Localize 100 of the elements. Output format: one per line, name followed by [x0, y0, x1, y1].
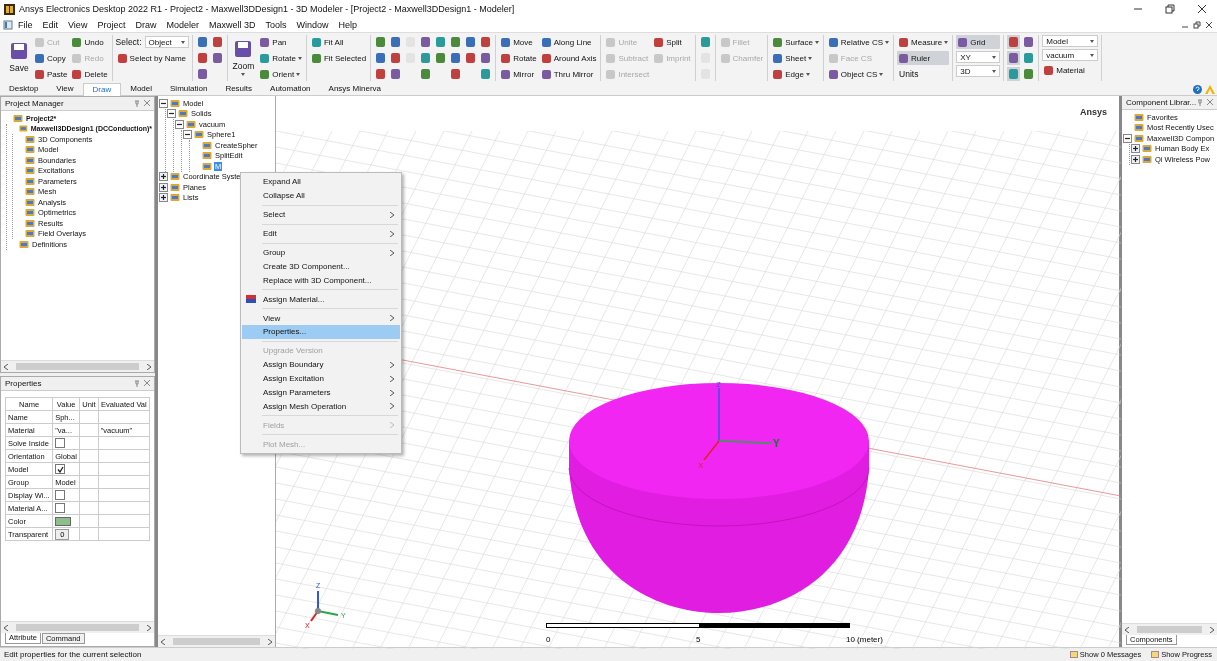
- menu-item[interactable]: Maxwell 3D: [203, 20, 261, 30]
- tool-icon[interactable]: [1022, 35, 1036, 49]
- dropdown[interactable]: Model: [1042, 35, 1099, 47]
- ribbon-button[interactable]: Along Line: [539, 35, 598, 49]
- tool-icon[interactable]: [195, 51, 209, 65]
- ribbon-button[interactable]: Measure: [897, 35, 950, 49]
- restore-icon[interactable]: [1193, 21, 1201, 29]
- menu-item[interactable]: Tools: [260, 20, 292, 30]
- menu-item[interactable]: Assign Mesh Operation: [242, 399, 400, 414]
- collapse-icon[interactable]: [183, 130, 192, 140]
- scroll-right-icon[interactable]: [1210, 626, 1214, 633]
- menu-item[interactable]: Modeler: [161, 20, 204, 30]
- ribbon-button[interactable]: Delete: [70, 67, 109, 81]
- tool-icon[interactable]: [479, 67, 493, 81]
- ribbon-tab[interactable]: Results: [216, 83, 262, 95]
- scroll-right-icon[interactable]: [147, 363, 151, 370]
- select-dropdown[interactable]: Object: [144, 36, 189, 48]
- tool-icon[interactable]: [1022, 67, 1036, 81]
- menu-item[interactable]: View: [242, 311, 400, 325]
- expand-icon[interactable]: [159, 193, 168, 203]
- ribbon-button[interactable]: Thru Mirror: [539, 67, 598, 81]
- menu-item[interactable]: Assign Boundary: [242, 357, 400, 372]
- tool-icon[interactable]: [464, 51, 478, 65]
- tool-icon[interactable]: [389, 51, 403, 65]
- menu-item[interactable]: Expand All: [242, 175, 400, 189]
- ribbon-tab[interactable]: Model: [121, 83, 162, 95]
- tool-icon[interactable]: [195, 35, 209, 49]
- tool-icon[interactable]: [389, 35, 403, 49]
- tool-icon[interactable]: [1007, 51, 1021, 65]
- help-icon[interactable]: [1193, 84, 1202, 94]
- ribbon-tab[interactable]: Ansys Minerva: [319, 83, 390, 95]
- checkbox[interactable]: [55, 490, 66, 500]
- tool-icon[interactable]: [1007, 67, 1021, 81]
- collapse-icon[interactable]: [159, 98, 168, 108]
- menu-item[interactable]: Assign Excitation: [242, 371, 400, 386]
- close-icon[interactable]: [1205, 21, 1213, 29]
- menu-item[interactable]: Edit: [242, 226, 400, 241]
- scrollbar-thumb[interactable]: [16, 363, 139, 370]
- ribbon-tab[interactable]: Automation: [261, 83, 320, 95]
- tool-icon[interactable]: [434, 51, 448, 65]
- scroll-right-icon[interactable]: [268, 638, 272, 645]
- tool-icon[interactable]: [374, 35, 388, 49]
- tool-icon[interactable]: [449, 35, 463, 49]
- ribbon-button[interactable]: Select by Name: [115, 51, 189, 65]
- menu-item[interactable]: Assign Material...: [242, 292, 400, 307]
- ribbon-button[interactable]: Ruler: [897, 51, 950, 65]
- scrollbar-thumb[interactable]: [16, 624, 139, 631]
- ribbon-button[interactable]: Pan: [258, 35, 303, 49]
- expand-icon[interactable]: [1131, 154, 1140, 164]
- tool-icon[interactable]: [449, 67, 463, 81]
- collapse-icon[interactable]: [167, 109, 176, 119]
- tool-icon[interactable]: [419, 67, 433, 81]
- menu-item[interactable]: Window: [291, 20, 334, 30]
- ribbon-button[interactable]: Split: [652, 35, 692, 49]
- ribbon-tab[interactable]: Desktop: [0, 83, 48, 95]
- scrollbar-thumb[interactable]: [1137, 626, 1202, 633]
- tool-icon[interactable]: [195, 67, 209, 81]
- menu-item[interactable]: Replace with 3D Component...: [242, 273, 400, 288]
- ribbon-button[interactable]: Fit Selected: [309, 51, 368, 65]
- menu-item[interactable]: Draw: [130, 20, 162, 30]
- menu-item[interactable]: Project: [92, 20, 131, 30]
- hemisphere-drawing[interactable]: [568, 383, 870, 613]
- tool-icon[interactable]: [479, 35, 493, 49]
- ribbon-button[interactable]: Around Axis: [539, 51, 598, 65]
- tool-icon[interactable]: [1022, 51, 1036, 65]
- checkbox[interactable]: [55, 438, 66, 448]
- ribbon-button[interactable]: Object CS: [826, 67, 891, 81]
- ribbon-button[interactable]: Surface: [771, 35, 820, 49]
- ribbon-button[interactable]: Material: [1042, 63, 1099, 77]
- collapse-icon[interactable]: [1123, 133, 1132, 143]
- tool-icon[interactable]: [698, 35, 712, 49]
- ribbon-button[interactable]: Orient: [258, 67, 303, 81]
- tool-icon[interactable]: [1007, 35, 1021, 49]
- ribbon-button[interactable]: Fit All: [309, 35, 368, 49]
- ribbon-button[interactable]: Undo: [70, 35, 109, 49]
- checkbox[interactable]: [55, 464, 66, 474]
- expand-icon[interactable]: [159, 182, 168, 192]
- menu-item[interactable]: Create 3D Component...: [242, 259, 400, 274]
- ribbon-button[interactable]: Relative CS: [826, 35, 891, 49]
- ribbon-tab[interactable]: View: [47, 83, 83, 95]
- tool-icon[interactable]: [210, 35, 224, 49]
- collapse-icon[interactable]: [175, 119, 184, 129]
- menu-item[interactable]: Properties...: [242, 325, 400, 339]
- scroll-left-icon[interactable]: [4, 624, 8, 631]
- ribbon-button[interactable]: Paste: [33, 67, 69, 81]
- ribbon-button[interactable]: Edge: [771, 67, 820, 81]
- ribbon-tab[interactable]: Simulation: [161, 83, 217, 95]
- tool-icon[interactable]: [449, 51, 463, 65]
- tool-icon[interactable]: [419, 35, 433, 49]
- expand-icon[interactable]: [1131, 144, 1140, 154]
- tool-icon[interactable]: [374, 51, 388, 65]
- menu-item[interactable]: Edit: [37, 20, 64, 30]
- expand-icon[interactable]: [159, 172, 168, 182]
- ribbon-button[interactable]: Zoom: [230, 35, 257, 79]
- ribbon-button[interactable]: Rotate: [499, 51, 538, 65]
- ribbon-button[interactable]: Move: [499, 35, 538, 49]
- menu-item[interactable]: Help: [333, 20, 362, 30]
- menu-item[interactable]: Select: [242, 207, 400, 222]
- tool-icon[interactable]: [374, 67, 388, 81]
- scroll-left-icon[interactable]: [161, 638, 165, 645]
